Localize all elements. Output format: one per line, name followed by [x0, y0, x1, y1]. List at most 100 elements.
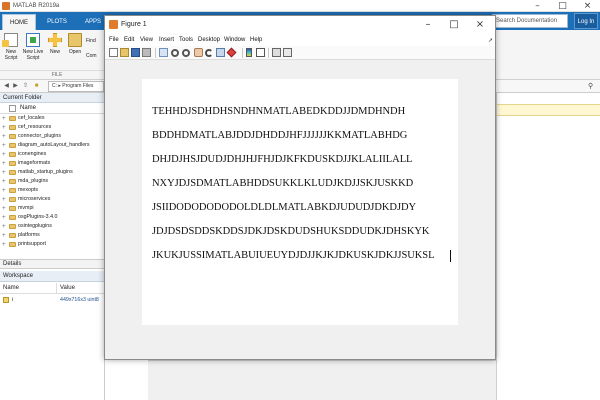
workspace-col-value[interactable]: Value [60, 282, 75, 294]
print-figure-icon[interactable] [142, 48, 151, 57]
list-item[interactable]: + mexopts [0, 186, 104, 195]
list-item[interactable]: + mda_plugins [0, 177, 104, 186]
search-icon[interactable]: ⚲ [588, 82, 593, 90]
open-button[interactable]: Open [64, 30, 86, 55]
new-live-script-button[interactable]: New Live Script [22, 30, 44, 61]
list-item-label: osintegplugins [18, 223, 52, 229]
expand-icon[interactable]: + [2, 151, 6, 158]
workspace-column-header: Name Value [0, 282, 104, 294]
list-item[interactable]: + cef_resources [0, 123, 104, 132]
zoom-out-icon[interactable] [182, 49, 190, 57]
edit-plot-icon[interactable] [159, 48, 168, 57]
insert-colorbar-icon[interactable] [246, 48, 252, 57]
tab-home[interactable]: HOME [2, 14, 36, 30]
new-script-button[interactable]: New Script [0, 30, 22, 61]
list-item[interactable]: + platforms [0, 231, 104, 240]
login-button[interactable]: Log In [574, 13, 598, 29]
close-icon[interactable]: × [575, 0, 600, 12]
workspace-variable-row[interactable]: i 449x716x3 uint8 [0, 296, 104, 305]
matlab-logo-icon [2, 2, 10, 10]
show-plot-tools-icon[interactable] [283, 48, 292, 57]
details-panel-toggle[interactable]: Details [0, 259, 104, 269]
list-item[interactable]: + printsupport [0, 240, 104, 249]
list-item-label: printsupport [18, 241, 46, 247]
search-documentation-input[interactable]: Search Documentation [492, 14, 568, 28]
minimize-icon[interactable]: – [525, 0, 550, 12]
new-plus-icon [48, 33, 62, 47]
column-name-label[interactable]: Name [20, 104, 36, 113]
list-item[interactable]: + cef_locales [0, 114, 104, 123]
list-item-label: iconengines [18, 151, 47, 157]
expand-icon[interactable]: + [2, 232, 6, 239]
expand-icon[interactable]: + [2, 196, 6, 203]
expand-icon[interactable]: + [2, 160, 6, 167]
list-item-label: imageformats [18, 160, 51, 166]
find-files-button[interactable]: Find [86, 38, 96, 44]
figure-close-icon[interactable]: × [467, 16, 493, 34]
folder-icon [9, 125, 16, 130]
list-item[interactable]: + osgPlugins-3.4.0 [0, 213, 104, 222]
expand-icon[interactable]: + [2, 169, 6, 176]
menu-help[interactable]: Help [250, 34, 262, 46]
insert-legend-icon[interactable] [256, 48, 265, 57]
list-item-label: mexopts [18, 187, 39, 193]
expand-icon[interactable]: + [2, 241, 6, 248]
back-icon[interactable]: ◀ [2, 82, 11, 91]
figure-maximize-icon[interactable]: □ [441, 16, 467, 34]
data-cursor-icon[interactable] [216, 48, 225, 57]
menu-file[interactable]: File [109, 34, 119, 46]
browse-folder-icon[interactable]: ■ [32, 82, 41, 91]
menu-view[interactable]: View [140, 34, 153, 46]
expand-icon[interactable]: + [2, 115, 6, 122]
image-text-line: JKUKJUSSIMATLABUIUEUYDJDJJKJKJDKUSKJDKJJ… [152, 250, 435, 261]
variable-value: 449x716x3 uint8 [60, 297, 99, 303]
hide-plot-tools-icon[interactable] [272, 48, 281, 57]
compare-button[interactable]: Com [86, 53, 97, 59]
list-item[interactable]: + matlab_startup_plugins [0, 168, 104, 177]
list-item[interactable]: + microservices [0, 195, 104, 204]
expand-icon[interactable]: + [2, 223, 6, 230]
select-all-checkbox[interactable] [9, 105, 16, 112]
list-item[interactable]: + iconengines [0, 150, 104, 159]
zoom-in-icon[interactable] [171, 49, 179, 57]
expand-icon[interactable]: + [2, 214, 6, 221]
expand-icon[interactable]: + [2, 187, 6, 194]
panel-divider[interactable] [496, 93, 497, 400]
pan-icon[interactable] [194, 48, 203, 57]
list-item[interactable]: + mvmpi [0, 204, 104, 213]
up-folder-icon[interactable]: ⇧ [21, 82, 30, 91]
dock-arrow-icon[interactable]: ➚ [488, 37, 493, 44]
list-item-label: cef_locales [18, 115, 45, 121]
expand-icon[interactable]: + [2, 124, 6, 131]
figure-matlab-icon [109, 20, 118, 29]
forward-icon[interactable]: ▶ [11, 82, 20, 91]
maximize-icon[interactable]: □ [550, 0, 575, 12]
workspace-header: Workspace [0, 271, 104, 282]
new-figure-icon[interactable] [109, 48, 118, 57]
list-item-label: osgPlugins-3.4.0 [18, 214, 58, 220]
brush-icon[interactable] [226, 47, 237, 58]
workspace-col-name[interactable]: Name [3, 282, 19, 294]
menu-window[interactable]: Window [224, 34, 245, 46]
folder-icon [9, 233, 16, 238]
list-item[interactable]: + imageformats [0, 159, 104, 168]
list-item[interactable]: + connector_plugins [0, 132, 104, 141]
menu-tools[interactable]: Tools [179, 34, 193, 46]
expand-icon[interactable]: + [2, 142, 6, 149]
menu-insert[interactable]: Insert [159, 34, 174, 46]
expand-icon[interactable]: + [2, 205, 6, 212]
figure-minimize-icon[interactable]: – [415, 16, 441, 34]
expand-icon[interactable]: + [2, 133, 6, 140]
folder-icon [9, 242, 16, 247]
menu-desktop[interactable]: Desktop [198, 34, 220, 46]
menu-edit[interactable]: Edit [124, 34, 134, 46]
rotate-3d-icon[interactable] [205, 49, 213, 57]
save-figure-icon[interactable] [131, 48, 140, 57]
expand-icon[interactable]: + [2, 178, 6, 185]
tab-plots[interactable]: PLOTS [40, 14, 74, 30]
current-folder-path[interactable]: C: ▸ Program Files [48, 81, 104, 92]
open-file-icon[interactable] [120, 48, 129, 57]
new-button[interactable]: New [44, 30, 66, 55]
list-item[interactable]: + diagram_autoLayout_handlers [0, 141, 104, 150]
list-item[interactable]: + osintegplugins [0, 222, 104, 231]
